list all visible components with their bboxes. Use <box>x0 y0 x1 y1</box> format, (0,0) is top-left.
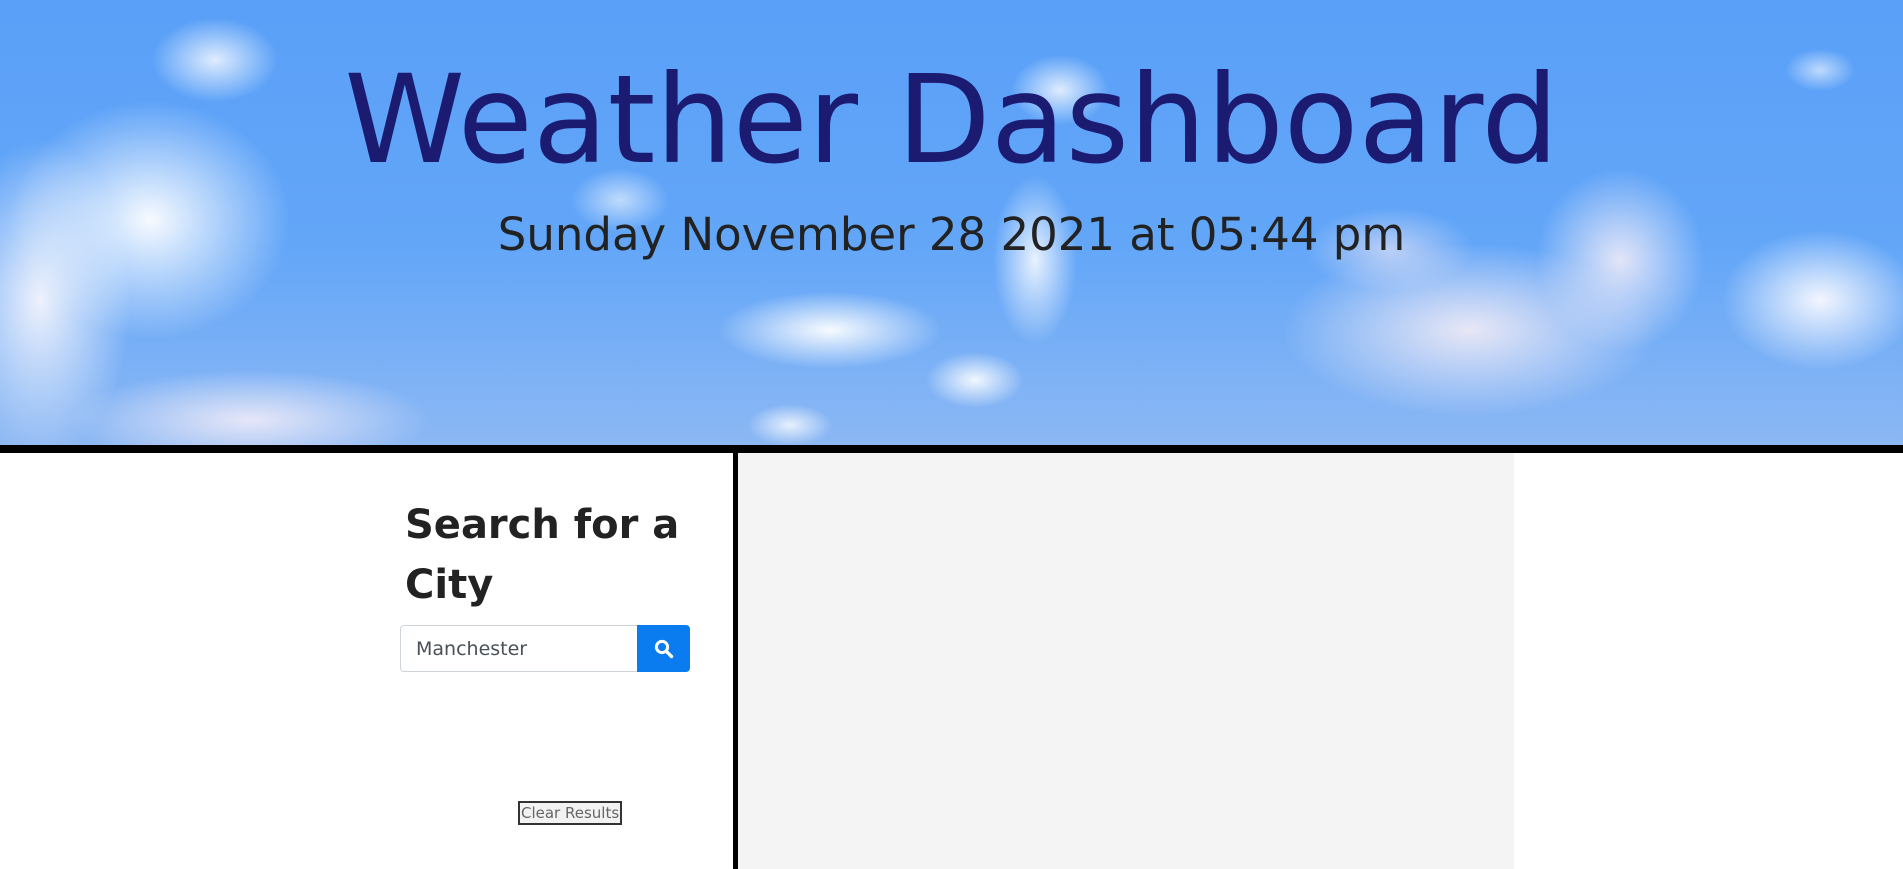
clear-results-button[interactable]: Clear Results <box>518 801 623 825</box>
search-icon <box>654 639 673 658</box>
results-panel <box>738 453 1514 869</box>
search-input-group <box>400 625 690 672</box>
city-search-input[interactable] <box>400 625 637 672</box>
header-divider <box>0 445 1903 453</box>
page-title: Weather Dashboard <box>344 49 1559 191</box>
search-heading: Search for a City <box>405 502 680 608</box>
current-datetime: Sunday November 28 2021 at 05:44 pm <box>497 208 1406 261</box>
search-panel: Search for a City Clear Results <box>0 453 733 869</box>
search-button[interactable] <box>637 625 690 672</box>
header-banner: Weather Dashboard Sunday November 28 202… <box>0 0 1903 445</box>
